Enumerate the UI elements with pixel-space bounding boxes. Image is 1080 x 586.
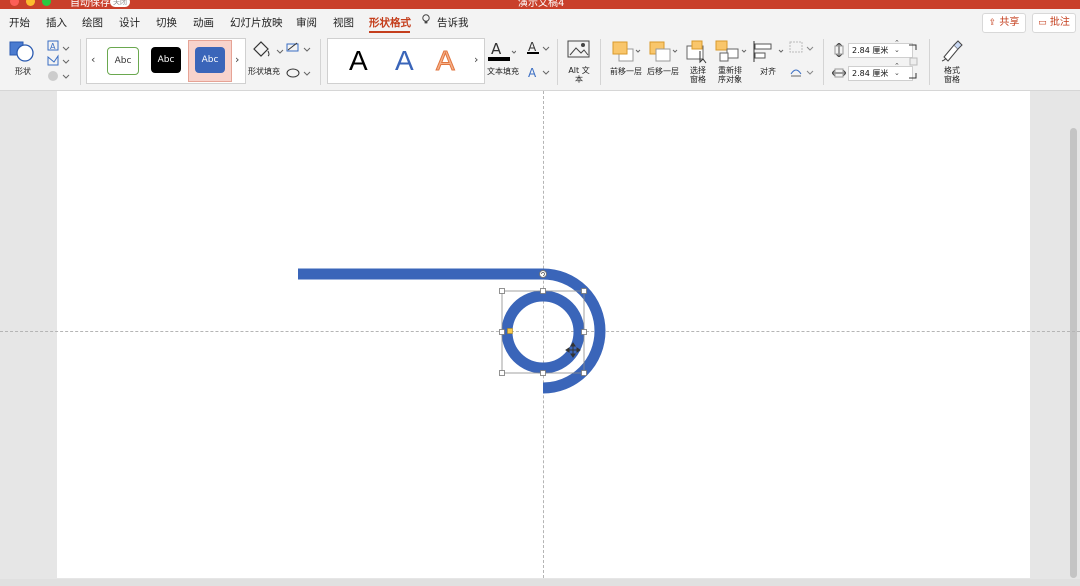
rotation-handle[interactable]: [539, 270, 547, 278]
slide-shapes-layer: [298, 268, 606, 394]
status-bar: [0, 579, 1080, 586]
donut-shape[interactable]: [501, 290, 585, 374]
adjustment-handle[interactable]: [507, 328, 513, 334]
